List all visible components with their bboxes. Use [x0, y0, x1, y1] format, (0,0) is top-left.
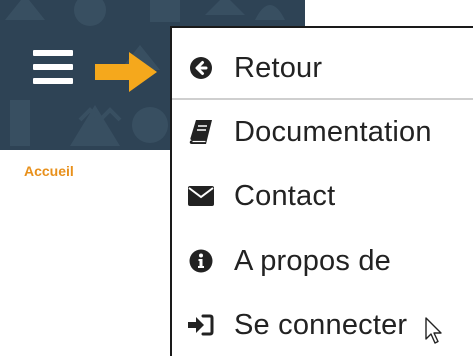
menu-item-contact[interactable]: Contact	[172, 170, 473, 222]
menu-item-label: Retour	[234, 51, 323, 84]
menu-divider	[172, 98, 473, 100]
arrow-right-icon	[95, 52, 157, 92]
hamburger-bar	[33, 50, 73, 56]
dropdown-menu: Retour Documentation Contact A propos de…	[170, 26, 473, 356]
hamburger-bar	[33, 64, 73, 70]
breadcrumb-home-link[interactable]: Accueil	[24, 163, 74, 179]
menu-item-label: Contact	[234, 179, 336, 212]
arrow-left-circle-icon	[188, 55, 214, 81]
menu-item-a-propos[interactable]: A propos de	[172, 235, 473, 287]
sign-in-icon	[188, 312, 214, 338]
menu-item-documentation[interactable]: Documentation	[172, 106, 473, 158]
envelope-icon	[188, 183, 214, 209]
book-icon	[188, 119, 214, 145]
menu-item-label: Se connecter	[234, 308, 408, 341]
menu-item-label: Documentation	[234, 115, 432, 148]
info-circle-icon	[188, 248, 214, 274]
menu-item-label: A propos de	[234, 244, 391, 277]
hamburger-bar	[33, 78, 73, 84]
hamburger-menu-button[interactable]	[33, 50, 73, 84]
mouse-pointer-icon	[425, 317, 442, 344]
menu-item-retour[interactable]: Retour	[172, 42, 473, 94]
